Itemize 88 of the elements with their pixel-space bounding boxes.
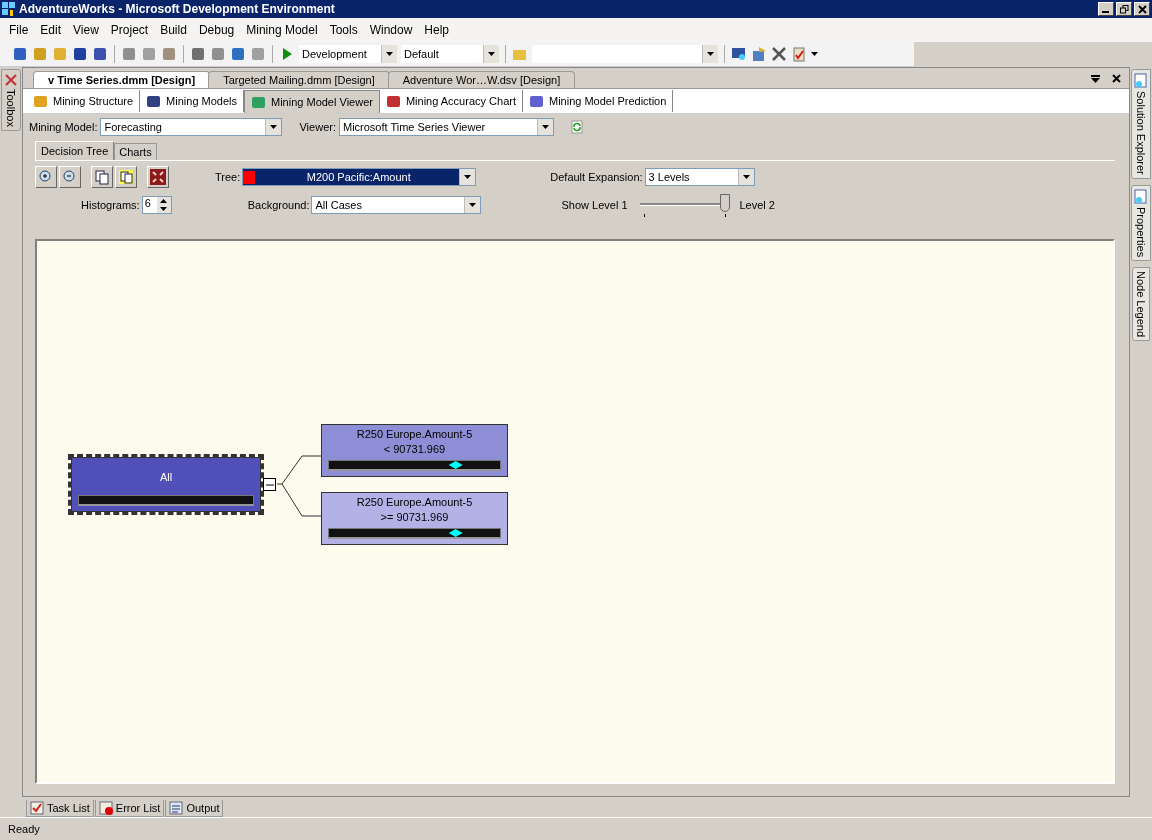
menu-item[interactable]: Build	[154, 23, 193, 37]
close-icon[interactable]	[1112, 74, 1121, 83]
menu-item[interactable]: Tools	[323, 23, 364, 37]
dropdown-arrow-icon	[270, 125, 278, 129]
side-panel-tab[interactable]: Properties	[1131, 184, 1151, 261]
dropdown-arrow-icon	[742, 175, 750, 179]
minimize-button[interactable]	[1098, 2, 1114, 16]
field-label: Tree:	[215, 171, 241, 183]
tree-dropdown[interactable]: M200 Pacific:Amount	[242, 168, 477, 186]
tool-window-tab[interactable]: Output	[165, 800, 224, 817]
field-label: Histograms:	[81, 199, 140, 211]
app-icon	[2, 2, 16, 16]
output-window-icon	[169, 801, 184, 815]
dropdown-arrow-icon	[707, 52, 714, 56]
document-tab[interactable]: v Time Series.dmm [Design]	[33, 71, 211, 88]
dropdown-arrow-icon	[469, 203, 477, 207]
node-label: R250 Europe.Amount-5	[356, 427, 473, 442]
menu-item[interactable]: File	[3, 23, 35, 37]
caret-icon[interactable]	[811, 52, 818, 56]
restore-icon	[1119, 4, 1129, 14]
menu-item[interactable]: Mining Model	[240, 23, 324, 37]
document-tab[interactable]: Adventure Wor…W.dsv [Design]	[387, 71, 576, 88]
copy-graph-button[interactable]	[115, 166, 137, 188]
field-label: Show Level 1	[561, 199, 628, 211]
window-menu-icon[interactable]	[1091, 74, 1100, 83]
node-label: All	[159, 470, 173, 485]
viewer-dropdown[interactable]: Microsoft Time Series Viewer	[338, 118, 554, 136]
spin-arrows-icon	[160, 198, 168, 212]
field-label: Default Expansion:	[550, 171, 643, 183]
side-panel-tab[interactable]: Solution Explorer	[1131, 69, 1151, 179]
clipboard-check-icon	[30, 801, 44, 815]
zoom-in-button[interactable]	[35, 166, 57, 188]
configuration-dropdown[interactable]: Development	[299, 45, 397, 63]
field-label: Background:	[247, 199, 310, 211]
menu-item[interactable]: Project	[104, 23, 155, 37]
menu-item[interactable]: Window	[363, 23, 419, 37]
tool-window-tab[interactable]: Error List	[94, 800, 165, 817]
designer-tab[interactable]: Mining Model Viewer	[244, 89, 380, 113]
histograms-spinner[interactable]: 6	[141, 196, 172, 214]
node-label: < 90731.969	[383, 442, 446, 457]
node-label: >= 90731.969	[380, 510, 449, 525]
side-panel-tab[interactable]: Node Legend	[1132, 266, 1150, 341]
menu-item[interactable]: Edit	[34, 23, 68, 37]
clipboard-check-icon[interactable]	[791, 46, 807, 62]
window-search-icon[interactable]	[731, 46, 747, 62]
designer-tab[interactable]: Mining Model Prediction	[522, 90, 674, 112]
field-label: Mining Model:	[29, 121, 98, 133]
fit-to-window-button[interactable]	[147, 166, 169, 188]
expand-arrows-icon	[150, 169, 166, 185]
slider-thumb[interactable]	[719, 194, 730, 212]
tree-node[interactable]: All	[71, 457, 261, 512]
toolbox-tab[interactable]: Toolbox	[1, 69, 21, 131]
tree-node[interactable]: R250 Europe.Amount-5 < 90731.969	[321, 424, 508, 477]
designer-tab[interactable]: Mining Accuracy Chart	[379, 90, 523, 112]
close-icon	[1137, 4, 1147, 14]
copy-button[interactable]	[91, 166, 113, 188]
document-icon	[1134, 73, 1148, 89]
document-icon	[1134, 188, 1148, 205]
dropdown-arrow-icon	[488, 52, 495, 56]
zoom-out-button[interactable]	[59, 166, 81, 188]
close-button[interactable]	[1134, 2, 1150, 16]
field-label: Level 2	[739, 199, 775, 211]
tool-window-tab[interactable]: Task List	[26, 800, 94, 817]
refresh-icon[interactable]	[570, 120, 583, 134]
document-tab[interactable]: Targeted Mailing.dmm [Design]	[208, 71, 390, 88]
dropdown-arrow-icon	[464, 175, 472, 179]
restore-button[interactable]	[1116, 2, 1132, 16]
expansion-dropdown[interactable]: 3 Levels	[644, 168, 755, 186]
node-label: R250 Europe.Amount-5	[356, 495, 473, 510]
viewer-tab[interactable]: Charts	[114, 143, 157, 160]
status-text: Ready	[8, 823, 40, 835]
dropdown-arrow-icon	[386, 52, 393, 56]
platform-dropdown[interactable]: Default	[401, 45, 499, 63]
designer-tab[interactable]: Mining Structure	[27, 90, 141, 112]
menu-item[interactable]: View	[67, 23, 105, 37]
viewer-tab[interactable]: Decision Tree	[35, 141, 115, 160]
menu-item[interactable]: Help	[418, 23, 455, 37]
level-slider[interactable]	[639, 194, 730, 216]
color-swatch-icon	[243, 170, 256, 184]
mining-model-dropdown[interactable]: Forecasting	[100, 118, 283, 136]
menu-item[interactable]: Debug	[192, 23, 241, 37]
background-dropdown[interactable]: All Cases	[311, 196, 482, 214]
field-label: Viewer:	[299, 121, 336, 133]
dropdown-arrow-icon	[541, 125, 549, 129]
collapse-toggle[interactable]	[263, 478, 276, 491]
tree-node[interactable]: R250 Europe.Amount-5 >= 90731.969	[321, 492, 508, 545]
clipboard-error-icon	[98, 801, 113, 815]
window-title: AdventureWorks - Microsoft Development Environment	[19, 2, 336, 16]
